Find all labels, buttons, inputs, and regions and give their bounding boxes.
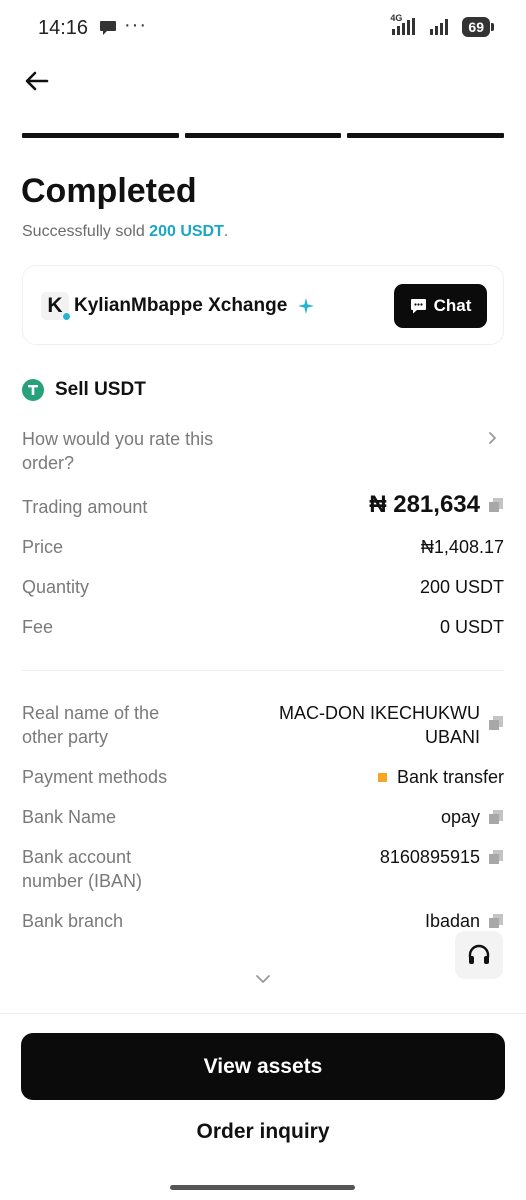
bank-transfer-indicator <box>377 773 387 782</box>
bank-branch-value: Ibadan <box>424 911 480 931</box>
order-progress-bar <box>22 133 505 138</box>
bank-branch-value-group: Ibadan <box>425 909 504 933</box>
bank-account-value: 8160895915 <box>379 847 480 867</box>
subtitle-amount: 200 USDT <box>149 223 224 240</box>
rate-order-row[interactable]: How would you rate this order? <box>22 427 504 477</box>
battery-indicator: 69 <box>462 17 494 37</box>
trading-amount-value-group: ₦ 281,634 <box>369 491 504 519</box>
merchant-avatar-letter: K <box>47 294 63 317</box>
bank-name-value: opay <box>440 807 480 827</box>
bank-account-value-group: 8160895915 <box>380 845 504 869</box>
headset-icon <box>468 944 490 964</box>
status-indicators: 4G 69 <box>390 13 494 37</box>
real-name-label: Real name of the other party <box>22 703 160 747</box>
bank-account-row: Bank account number (IBAN) 8160895915 <box>22 845 504 893</box>
trading-amount-row: Trading amount ₦ 281,634 <box>22 491 504 519</box>
copy-icon[interactable] <box>488 497 504 513</box>
copy-icon[interactable] <box>488 809 504 825</box>
network-signal-icon: 4G <box>390 13 422 37</box>
view-assets-button[interactable]: View assets <box>21 1033 505 1100</box>
fee-row: Fee 0 USDT <box>22 615 504 639</box>
real-name-row: Real name of the other party MAC-DON IKE… <box>22 701 504 749</box>
bank-branch-label: Bank branch <box>22 911 124 931</box>
price-value: ₦1,408.17 <box>420 537 504 557</box>
payment-methods-row: Payment methods Bank transfer <box>22 765 504 789</box>
signal-bars-icon <box>430 19 449 35</box>
verified-sparkle-icon <box>298 298 314 314</box>
bank-name-value-group: opay <box>441 805 504 829</box>
status-more-dots: ··· <box>124 14 147 36</box>
merchant-avatar: K <box>41 292 71 321</box>
real-name-value-group: MAC-DON IKECHUKWU UBANI <box>260 701 504 749</box>
chat-button[interactable]: Chat <box>394 284 487 328</box>
home-indicator[interactable] <box>170 1185 355 1190</box>
chevron-down-icon[interactable] <box>255 973 271 985</box>
status-subtitle: Successfully sold 200 USDT. <box>22 223 228 241</box>
copy-icon[interactable] <box>488 849 504 865</box>
network-type-label: 4G <box>390 13 403 23</box>
order-inquiry-button[interactable]: Order inquiry <box>21 1112 505 1152</box>
real-name-value: MAC-DON IKECHUKWU UBANI <box>279 703 480 747</box>
bank-name-row: Bank Name opay <box>22 805 504 829</box>
payment-methods-label: Payment methods <box>22 767 168 787</box>
price-row: Price ₦1,408.17 <box>22 535 504 559</box>
chevron-right-icon <box>489 432 496 444</box>
payment-methods-value-group: Bank transfer <box>377 765 504 789</box>
online-status-dot <box>62 312 71 321</box>
tether-icon <box>22 379 44 401</box>
back-arrow-icon <box>25 71 49 91</box>
copy-icon[interactable] <box>488 913 504 929</box>
rate-order-prompt: How would you rate this order? <box>22 429 214 473</box>
price-label: Price <box>22 537 64 557</box>
footer-divider <box>0 1013 526 1014</box>
merchant-card[interactable]: K KylianMbappe Xchange Chat <box>22 265 504 345</box>
quantity-row: Quantity 200 USDT <box>22 575 504 599</box>
status-bar: 14:16 ··· 4G 69 <box>0 0 526 58</box>
message-notification-icon <box>100 21 116 35</box>
progress-step <box>184 133 342 138</box>
bank-name-label: Bank Name <box>22 807 117 827</box>
bank-account-label: Bank account number (IBAN) <box>22 847 143 891</box>
back-button[interactable] <box>22 66 52 96</box>
chat-button-label: Chat <box>433 296 472 315</box>
trading-amount-label: Trading amount <box>22 497 148 517</box>
order-section-title: Sell USDT <box>22 379 146 401</box>
subtitle-prefix: Successfully sold <box>22 223 150 240</box>
page-title: Completed <box>21 172 197 210</box>
copy-icon[interactable] <box>488 715 504 731</box>
quantity-value: 200 USDT <box>419 577 504 597</box>
bank-branch-row: Bank branch Ibadan <box>22 909 504 933</box>
order-type-label: Sell USDT <box>55 379 146 400</box>
merchant-name[interactable]: KylianMbappe Xchange <box>74 295 287 317</box>
fee-label: Fee <box>22 617 54 637</box>
subtitle-suffix: . <box>223 223 229 240</box>
chat-bubble-icon <box>410 299 426 314</box>
progress-step <box>22 133 179 138</box>
trading-amount-value: ₦ 281,634 <box>369 491 480 518</box>
customer-support-button[interactable] <box>455 931 503 979</box>
section-divider <box>22 670 504 671</box>
fee-value: 0 USDT <box>439 617 504 637</box>
payment-methods-value: Bank transfer <box>396 767 504 787</box>
status-time: 14:16 <box>38 17 89 39</box>
progress-step <box>347 133 505 138</box>
quantity-label: Quantity <box>22 577 90 597</box>
